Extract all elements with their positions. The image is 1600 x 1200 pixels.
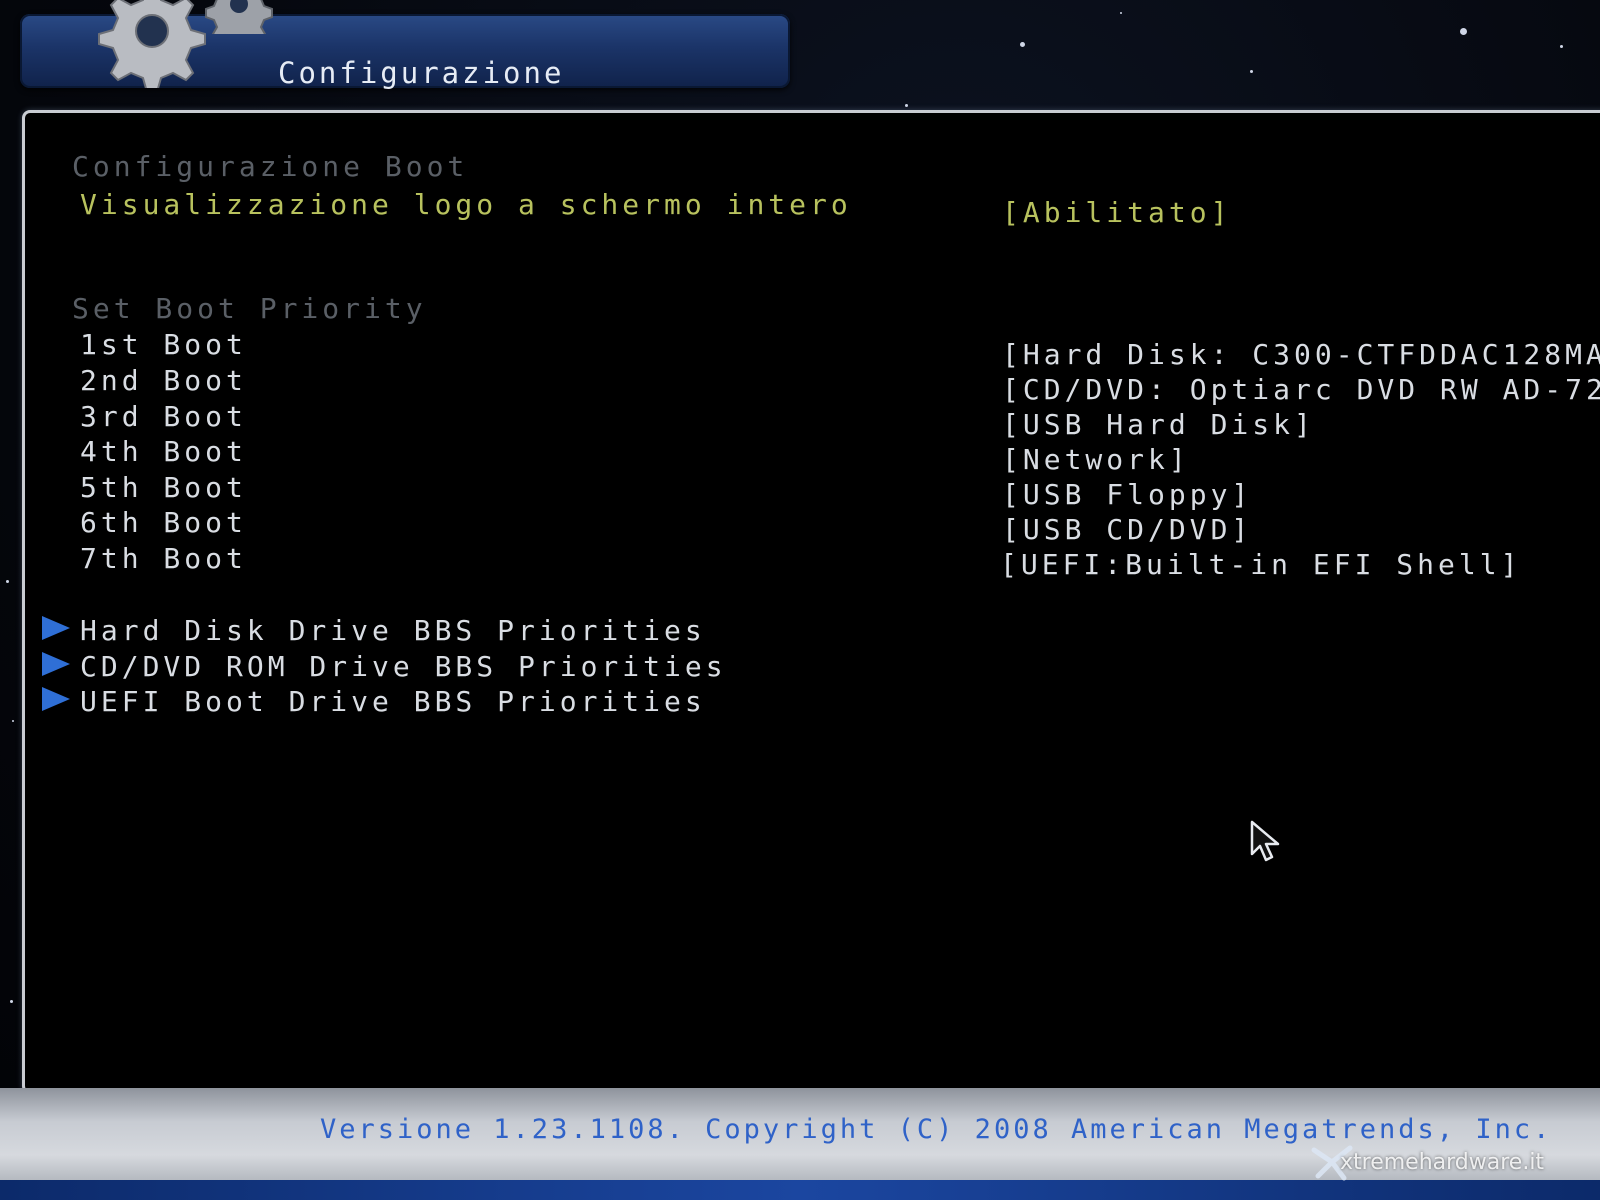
star (10, 1000, 13, 1003)
submenu-arrow-icon (42, 616, 70, 640)
boot-item-label[interactable]: 3rd Boot (80, 400, 247, 433)
footer-accent-strip (0, 1180, 1600, 1200)
page-title: Configurazione (278, 56, 565, 90)
fullscreen-logo-value[interactable]: [Abilitato] (1002, 196, 1231, 229)
boot-item-value[interactable]: [Network] (1002, 443, 1190, 476)
boot-item-label[interactable]: 6th Boot (80, 506, 247, 539)
copyright-text: Versione 1.23.1108. Copyright (C) 2008 A… (320, 1114, 1553, 1145)
boot-item-label[interactable]: 5th Boot (80, 471, 247, 504)
boot-item-label[interactable]: 4th Boot (80, 435, 247, 468)
mouse-cursor-icon (1250, 820, 1280, 862)
boot-item-label[interactable]: 7th Boot (80, 542, 247, 575)
star (1250, 70, 1253, 73)
star (1460, 28, 1467, 35)
fullscreen-logo-label[interactable]: Visualizzazione logo a schermo intero (80, 188, 852, 221)
star (1020, 42, 1025, 47)
gear-icon (205, 0, 273, 34)
star (1120, 12, 1122, 14)
watermark-text: xtremehardware.it (1340, 1150, 1545, 1175)
boot-item-value[interactable]: [UEFI:Built-in EFI Shell] (1000, 548, 1521, 581)
title-tab[interactable]: Configurazione (20, 0, 790, 90)
section-title-boot-priority: Set Boot Priority (72, 292, 427, 325)
section-title-boot-config: Configurazione Boot (72, 150, 469, 183)
boot-item-value[interactable]: [USB Floppy] (1002, 478, 1252, 511)
boot-item-value[interactable]: [USB CD/DVD] (1002, 513, 1252, 546)
star (6, 580, 9, 583)
submenu-arrow-icon (42, 687, 70, 711)
star (12, 720, 14, 722)
submenu-cdrom-bbs[interactable]: CD/DVD ROM Drive BBS Priorities (80, 650, 727, 683)
bios-screen: Configurazione Configurazione Boot Visua… (0, 0, 1600, 1200)
star (905, 104, 908, 107)
boot-item-value[interactable]: [Hard Disk: C300-CTFDDAC128MAG (1002, 338, 1600, 371)
submenu-arrow-icon (42, 652, 70, 676)
boot-item-label[interactable]: 1st Boot (80, 328, 247, 361)
submenu-hard-disk-bbs[interactable]: Hard Disk Drive BBS Priorities (80, 614, 706, 647)
boot-item-label[interactable]: 2nd Boot (80, 364, 247, 397)
gear-icon (98, 0, 206, 88)
boot-item-value[interactable]: [CD/DVD: Optiarc DVD RW AD-724 (1002, 373, 1600, 406)
boot-item-value[interactable]: [USB Hard Disk] (1002, 408, 1315, 441)
submenu-uefi-bbs[interactable]: UEFI Boot Drive BBS Priorities (80, 685, 706, 718)
star (1560, 45, 1563, 48)
main-panel (22, 110, 1600, 1094)
